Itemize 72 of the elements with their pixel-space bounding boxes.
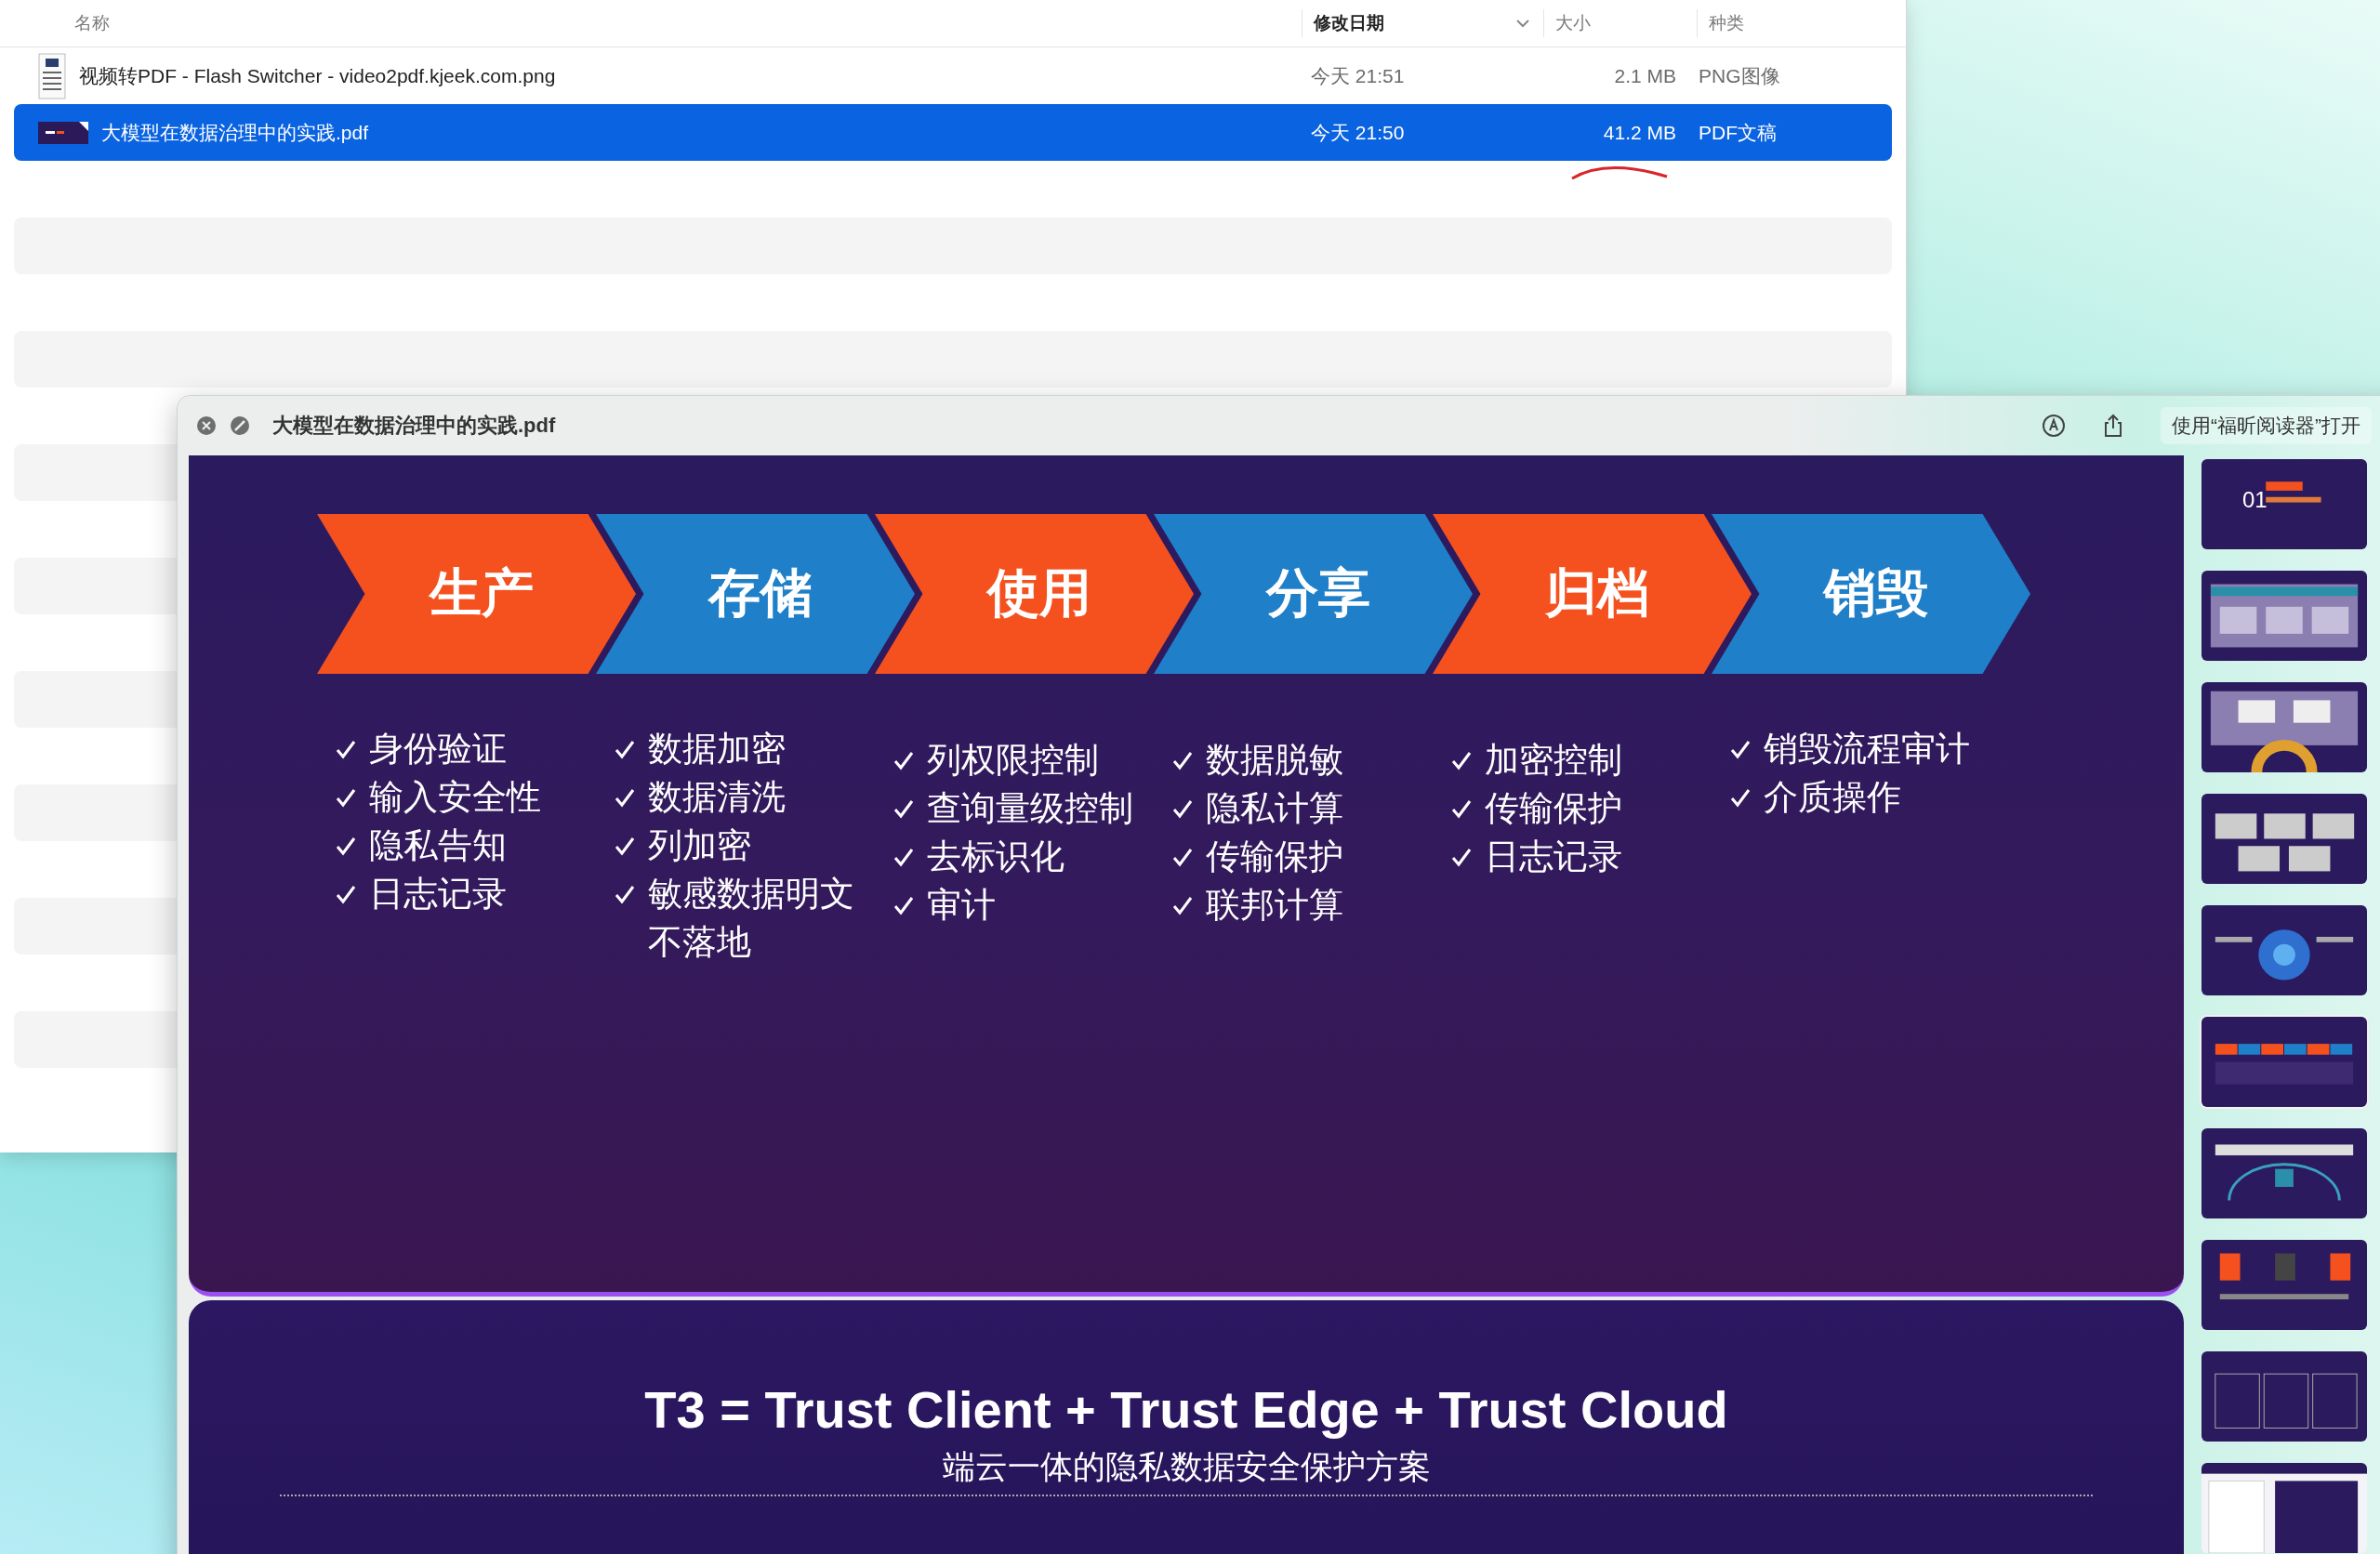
- slide-subtitle: 端云一体的隐私数据安全保护方案: [280, 1445, 2093, 1496]
- check-icon: [615, 884, 635, 904]
- checklist-item: 数据清洗: [648, 777, 786, 818]
- checklist-item: 列权限控制: [927, 740, 1099, 781]
- checklist-item: 传输保护: [1485, 788, 1622, 829]
- checklist-item: 去标识化: [927, 836, 1064, 877]
- checklist-item: 隐私计算: [1206, 788, 1343, 829]
- check-icon: [893, 750, 914, 770]
- file-row[interactable]: 大模型在数据治理中的实践.pdf 今天 21:50 41.2 MB PDF文稿: [14, 104, 1892, 161]
- checklist-item: 输入安全性: [369, 777, 541, 818]
- stage-chevron: 存储: [596, 514, 915, 674]
- document-icon: [38, 52, 66, 99]
- checklist-item: 审计: [927, 885, 996, 926]
- file-size: 2.1 MB: [1613, 64, 1677, 87]
- check-icon: [1451, 798, 1472, 819]
- check-icon: [615, 739, 635, 759]
- stage-chevron: 销毁: [1712, 514, 2030, 674]
- checklist-item: 身份验证: [369, 729, 507, 770]
- thumbnail-text: 01: [2242, 487, 2268, 513]
- checklist-item: 加密控制: [1485, 740, 1622, 781]
- file-size: 41.2 MB: [1602, 121, 1677, 144]
- checklist-item: 传输保护: [1206, 836, 1343, 877]
- check-icon: [336, 884, 356, 904]
- check-icon: [893, 895, 914, 915]
- slide-title: T3 = Trust Client + Trust Edge + Trust Cloud: [644, 1379, 1728, 1440]
- close-icon[interactable]: [196, 415, 217, 436]
- sort-chevron-icon: [1515, 19, 1530, 28]
- file-row[interactable]: 视频转PDF - Flash Switcher - video2pdf.kjeek.com.png 今天 21:51 2.1 MB PNG图像: [14, 47, 1892, 104]
- checklist-item: 日志记录: [369, 874, 507, 915]
- check-icon: [1451, 847, 1472, 867]
- file-kind: PDF文稿: [1698, 120, 1778, 145]
- file-kind: PNG图像: [1698, 63, 1781, 88]
- checklist-item: 联邦计算: [1206, 885, 1343, 926]
- checklist-item: 日志记录: [1485, 836, 1622, 877]
- check-icon: [1172, 847, 1193, 867]
- column-header[interactable]: 修改日期: [1302, 9, 1543, 37]
- check-icon: [1172, 895, 1193, 915]
- checklist-item: 销毁流程审计: [1764, 729, 1970, 770]
- column-header[interactable]: 名称: [0, 9, 1302, 37]
- stage-chevron: 归档: [1433, 514, 1752, 674]
- file-name: 大模型在数据治理中的实践.pdf: [101, 120, 369, 145]
- check-icon: [1172, 798, 1193, 819]
- check-icon: [615, 787, 635, 808]
- checklist-item: 数据脱敏: [1206, 740, 1343, 781]
- column-header[interactable]: 大小: [1543, 9, 1697, 37]
- stage-chevron: 生产: [317, 514, 636, 674]
- checklist-item: 数据加密: [648, 729, 786, 770]
- checklist-item: 敏感数据明文不落地: [648, 874, 855, 963]
- checklist-item: 列加密: [648, 825, 751, 866]
- modified-date: 今天 21:50: [1310, 120, 1406, 145]
- check-icon: [1451, 750, 1472, 770]
- open-with-button[interactable]: 使用“福昕阅读器”打开: [2161, 407, 2372, 444]
- check-icon: [615, 836, 635, 856]
- check-icon: [336, 739, 356, 759]
- check-icon: [1730, 787, 1751, 808]
- stage-chevron: 使用: [875, 514, 1194, 674]
- window-title: 大模型在数据治理中的实践.pdf: [272, 413, 557, 439]
- slide-thumbnail[interactable]: 01: [2200, 457, 2369, 551]
- checklist-item: 隐私告知: [369, 825, 507, 866]
- markup-icon[interactable]: [2042, 414, 2066, 438]
- check-icon: [1730, 739, 1751, 759]
- file-name: 视频转PDF - Flash Switcher - video2pdf.kjeek.com.png: [79, 63, 556, 88]
- check-icon: [1172, 750, 1193, 770]
- modified-date: 今天 21:51: [1310, 63, 1406, 88]
- check-icon: [893, 847, 914, 867]
- stage-chevron: 分享: [1154, 514, 1473, 674]
- column-header[interactable]: 种类: [1697, 9, 1906, 37]
- check-icon: [336, 836, 356, 856]
- check-icon: [893, 798, 914, 819]
- checklist-item: 查询量级控制: [927, 788, 1133, 829]
- check-icon: [336, 787, 356, 808]
- checklist-item: 介质操作: [1764, 777, 1901, 818]
